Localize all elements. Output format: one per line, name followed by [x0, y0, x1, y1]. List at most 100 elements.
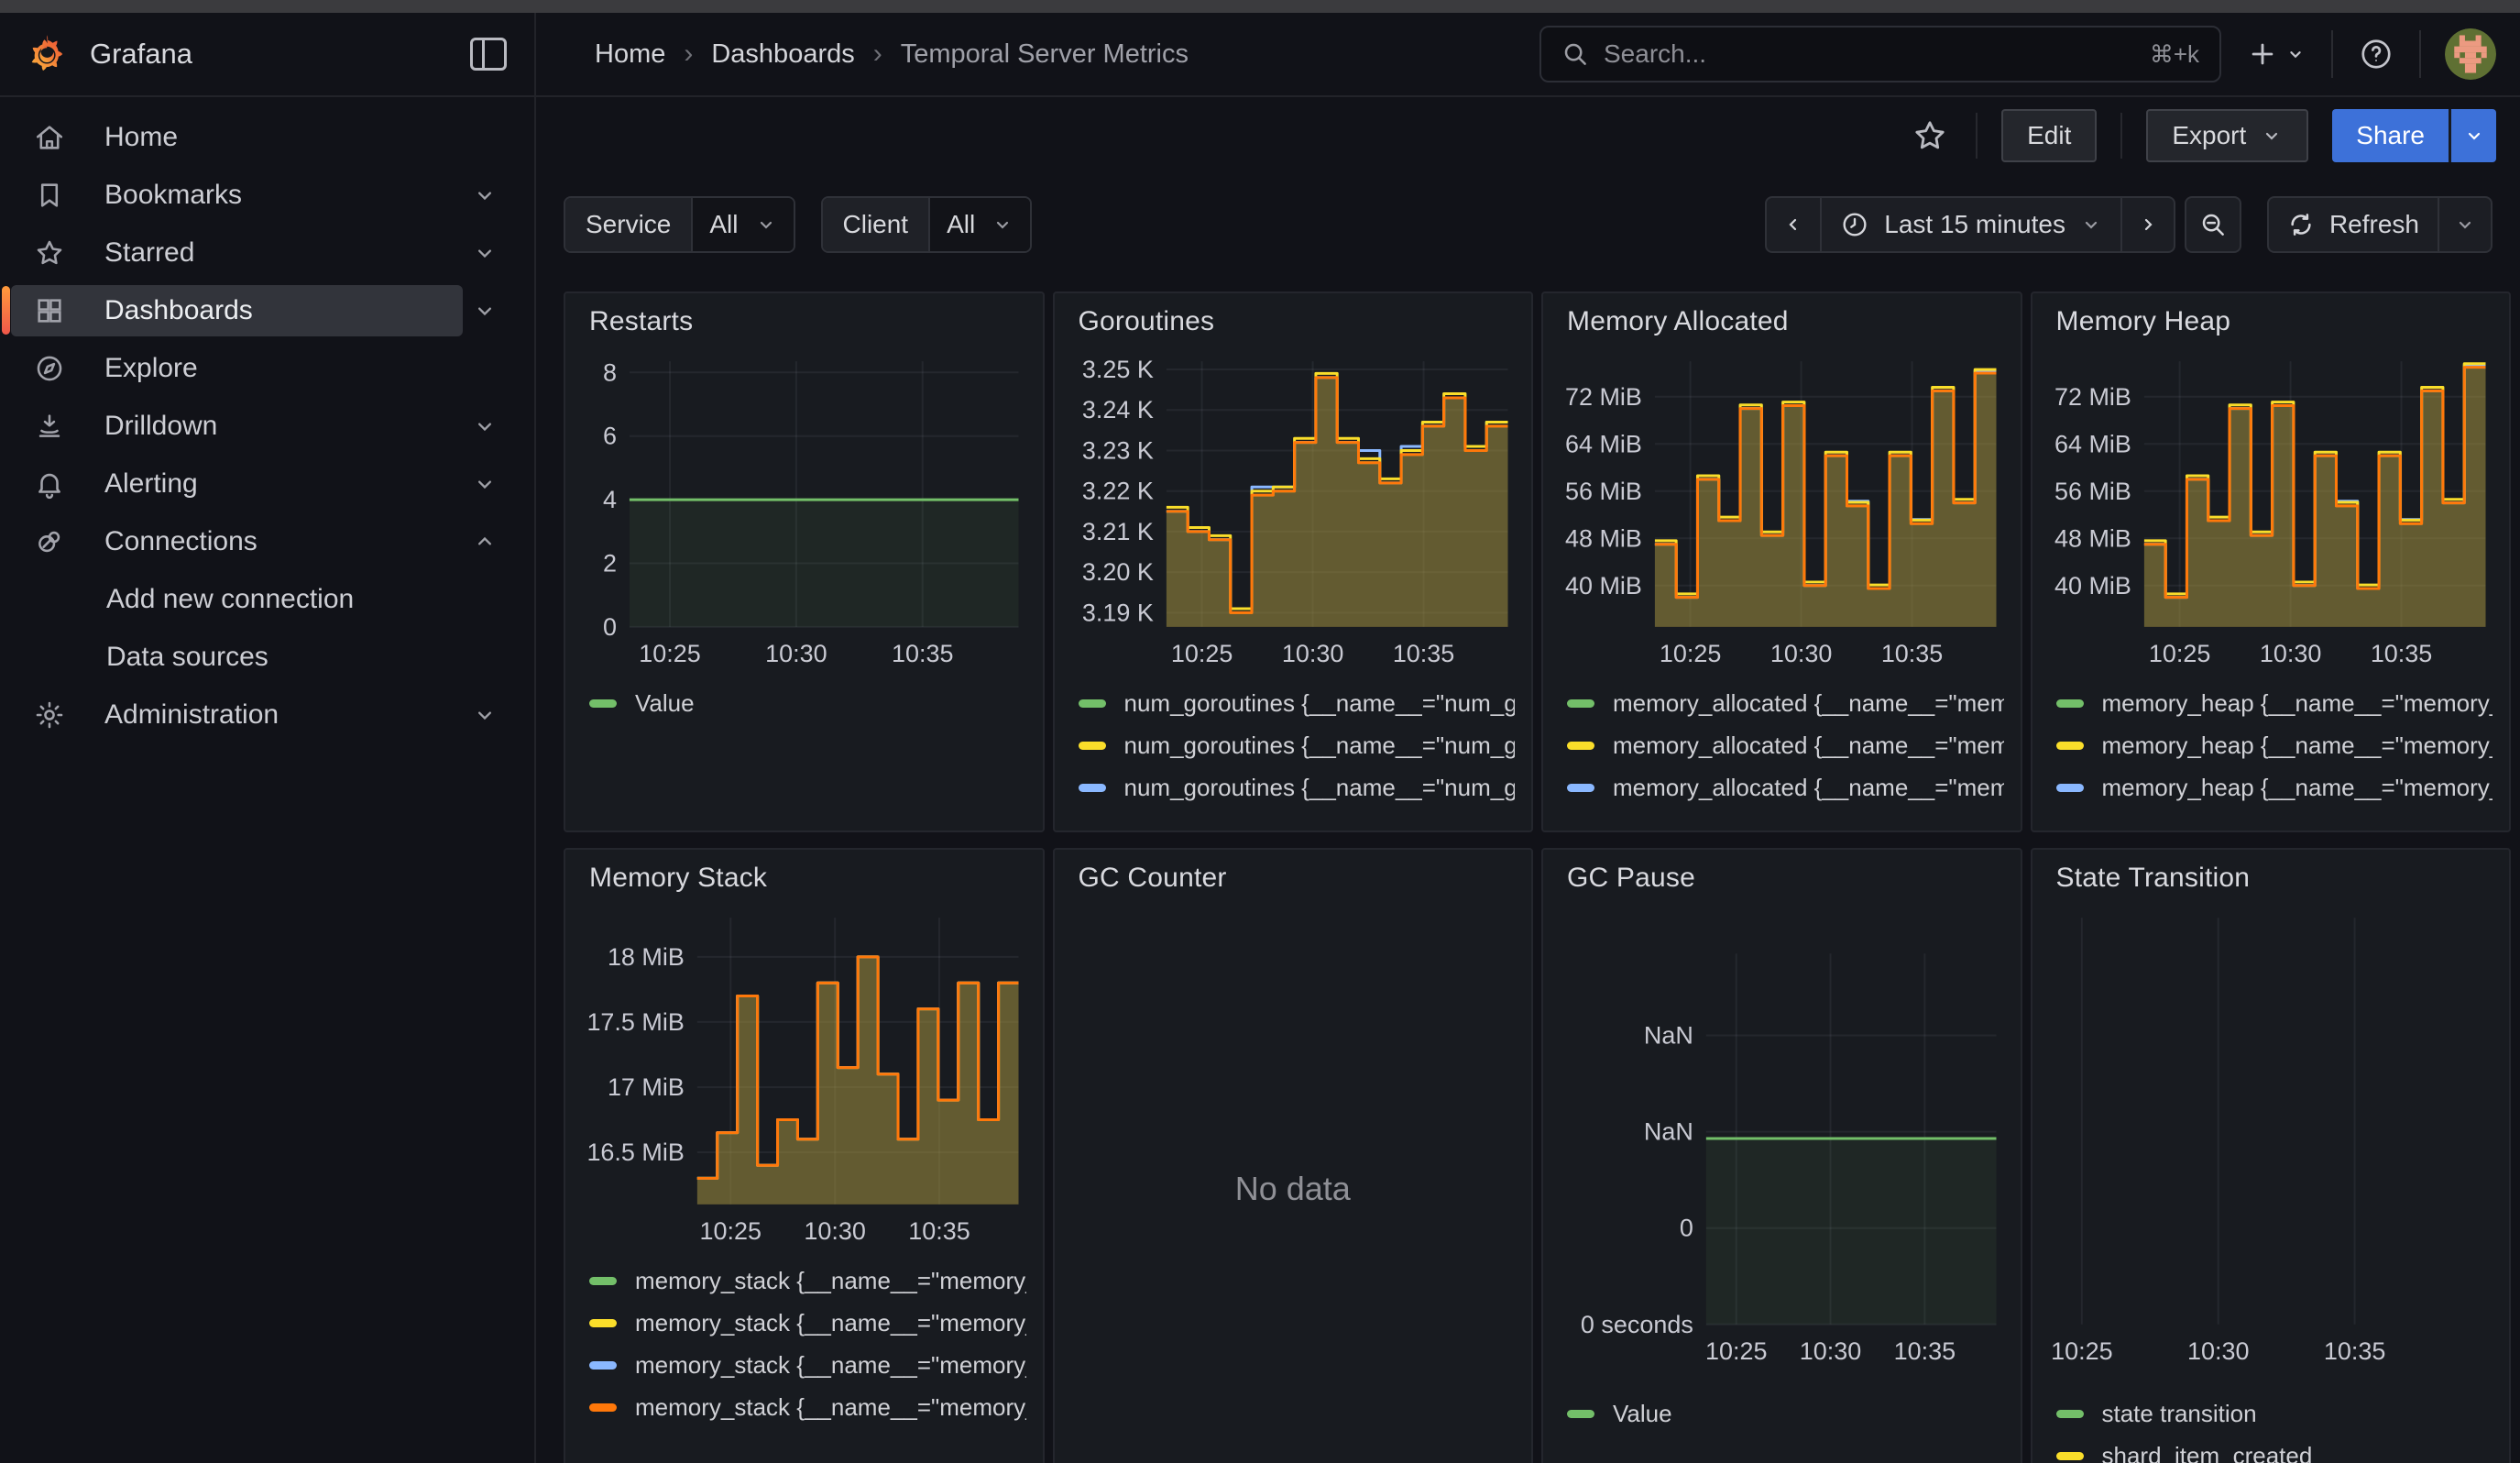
- sidebar-item-add-new-connection[interactable]: Add new connection: [0, 570, 534, 628]
- panel-title[interactable]: Memory Heap: [2056, 306, 2493, 337]
- svg-text:10:25: 10:25: [2148, 640, 2210, 667]
- svg-text:NaN: NaN: [1644, 1022, 1693, 1050]
- time-range-picker[interactable]: Last 15 minutes: [1820, 198, 2120, 251]
- legend-item[interactable]: memory_allocated {__name__="memo: [1560, 808, 2004, 818]
- panel-title[interactable]: Memory Stack: [589, 863, 1026, 894]
- chevron-down-icon[interactable]: [463, 404, 507, 448]
- search-input[interactable]: Search... ⌘+k: [1539, 26, 2221, 82]
- sidebar-item-starred[interactable]: Starred: [0, 224, 534, 281]
- export-button[interactable]: Export: [2146, 109, 2308, 162]
- header-bar: Home › Dashboards › Temporal Server Metr…: [536, 13, 2520, 97]
- legend-item[interactable]: memory_heap {__name__="memory_h: [2049, 682, 2493, 724]
- sidebar-item-label: Add new connection: [106, 584, 354, 615]
- legend-swatch: [1079, 742, 1106, 750]
- sidebar-item-home[interactable]: Home: [0, 108, 534, 166]
- panel-title[interactable]: Memory Allocated: [1567, 306, 2004, 337]
- panel-title[interactable]: Restarts: [589, 306, 1026, 337]
- legend-item[interactable]: memory_heap {__name__="memory_h: [2049, 724, 2493, 766]
- sidebar-item-administration[interactable]: Administration: [0, 686, 534, 743]
- svg-text:10:30: 10:30: [765, 640, 827, 667]
- time-back-button[interactable]: [1767, 198, 1820, 251]
- panel-title[interactable]: GC Pause: [1567, 863, 2004, 894]
- legend-item[interactable]: Value: [582, 682, 1026, 724]
- legend-item[interactable]: num_goroutines {__name__="num_go: [1071, 682, 1516, 724]
- legend-item[interactable]: memory_allocated {__name__="memo: [1560, 682, 2004, 724]
- state-transition-chart: 10:2510:3010:35: [2049, 903, 2493, 1380]
- dock-menu-icon[interactable]: [470, 38, 507, 71]
- legend-item[interactable]: shard_item_created: [2049, 1435, 2493, 1463]
- sidebar-item-bookmarks[interactable]: Bookmarks: [0, 166, 534, 224]
- panel-title[interactable]: State Transition: [2056, 863, 2493, 894]
- legend-swatch: [2056, 1410, 2084, 1418]
- time-forward-button[interactable]: [2120, 198, 2174, 251]
- breadcrumb-home[interactable]: Home: [595, 39, 665, 70]
- breadcrumb-dashboards[interactable]: Dashboards: [711, 39, 854, 70]
- sidebar-item-label: Connections: [104, 526, 257, 557]
- sidebar-item-data-sources[interactable]: Data sources: [0, 628, 534, 686]
- restarts-chart: 10:2510:3010:3586420: [582, 346, 1026, 669]
- service-filter-value[interactable]: All: [691, 198, 793, 251]
- legend-item[interactable]: state transition: [2049, 1392, 2493, 1435]
- grafana-app: Grafana Home Bookmarks: [0, 0, 2520, 1463]
- avatar[interactable]: [2445, 28, 2496, 80]
- svg-text:17.5 MiB: 17.5 MiB: [586, 1008, 684, 1036]
- dashboard-controls: Service All Client All: [564, 196, 2493, 253]
- svg-text:10:30: 10:30: [1770, 640, 1832, 667]
- refresh-button[interactable]: Refresh: [2269, 198, 2438, 251]
- chevron-down-icon[interactable]: [463, 693, 507, 737]
- legend-item[interactable]: Value: [1560, 1392, 2004, 1435]
- legend-item[interactable]: num_goroutines {__name__="num_go: [1071, 808, 1516, 818]
- sidebar-item-drilldown[interactable]: Drilldown: [0, 397, 534, 455]
- legend-swatch: [589, 1403, 617, 1412]
- left-column: Grafana Home Bookmarks: [0, 13, 536, 1463]
- toolbar-divider: [1976, 113, 1978, 159]
- search-icon: [1561, 40, 1589, 68]
- gear-icon: [33, 698, 66, 732]
- legend-item[interactable]: memory_heap {__name__="memory_h: [2049, 766, 2493, 808]
- legend-item[interactable]: memory_stack {__name__="memory_s: [582, 1260, 1026, 1302]
- legend-item[interactable]: memory_stack {__name__="memory_s: [582, 1386, 1026, 1428]
- svg-text:10:25: 10:25: [2051, 1337, 2113, 1365]
- legend-label: memory_heap {__name__="memory_h: [2102, 774, 2493, 802]
- legend-item[interactable]: memory_allocated {__name__="memo: [1560, 724, 2004, 766]
- chevron-right-icon: [2137, 214, 2159, 236]
- chevron-down-icon[interactable]: [463, 231, 507, 275]
- sidebar: Home Bookmarks Starred: [0, 97, 534, 1463]
- client-filter-value[interactable]: All: [928, 198, 1030, 251]
- share-button[interactable]: Share: [2332, 109, 2449, 162]
- legend-item[interactable]: num_goroutines {__name__="num_go: [1071, 724, 1516, 766]
- help-button[interactable]: [2359, 37, 2394, 72]
- edit-button[interactable]: Edit: [2001, 109, 2097, 162]
- chevron-up-icon[interactable]: [463, 520, 507, 564]
- legend-item[interactable]: memory_stack {__name__="memory_s: [582, 1302, 1026, 1344]
- chevron-down-icon[interactable]: [463, 289, 507, 333]
- refresh-interval-button[interactable]: [2438, 198, 2491, 251]
- legend-item[interactable]: memory_stack {__name__="memory_s: [582, 1344, 1026, 1386]
- legend-swatch: [1079, 699, 1106, 708]
- chevron-down-icon: [2454, 214, 2476, 236]
- sidebar-item-alerting[interactable]: Alerting: [0, 455, 534, 512]
- legend-item[interactable]: memory_allocated {__name__="memo: [1560, 766, 2004, 808]
- legend-item[interactable]: memory_heap {__name__="memory_h: [2049, 808, 2493, 818]
- grafana-logo-icon[interactable]: [26, 33, 68, 75]
- sidebar-item-explore[interactable]: Explore: [0, 339, 534, 397]
- brand-name: Grafana: [90, 38, 192, 71]
- chevron-down-icon[interactable]: [463, 173, 507, 217]
- star-dashboard-button[interactable]: [1908, 114, 1952, 158]
- share-menu-button[interactable]: [2449, 109, 2496, 162]
- zoom-out-button[interactable]: [2186, 198, 2240, 251]
- panel-title[interactable]: GC Counter: [1079, 863, 1516, 894]
- sidebar-item-dashboards[interactable]: Dashboards: [0, 281, 534, 339]
- svg-text:2: 2: [603, 549, 617, 577]
- add-button[interactable]: [2247, 38, 2306, 70]
- chevron-down-icon[interactable]: [463, 462, 507, 506]
- panel-title[interactable]: Goroutines: [1079, 306, 1516, 337]
- sidebar-item-connections[interactable]: Connections: [0, 512, 534, 570]
- sidebar-item-label: Administration: [104, 699, 279, 731]
- svg-text:4: 4: [603, 486, 617, 513]
- legend-item[interactable]: num_goroutines {__name__="num_go: [1071, 766, 1516, 808]
- svg-text:10:30: 10:30: [2186, 1337, 2249, 1365]
- svg-text:3.25 K: 3.25 K: [1081, 356, 1153, 383]
- legend: memory_allocated {__name__="memomemory_a…: [1560, 682, 2004, 818]
- legend-label: memory_allocated {__name__="memo: [1613, 774, 2004, 802]
